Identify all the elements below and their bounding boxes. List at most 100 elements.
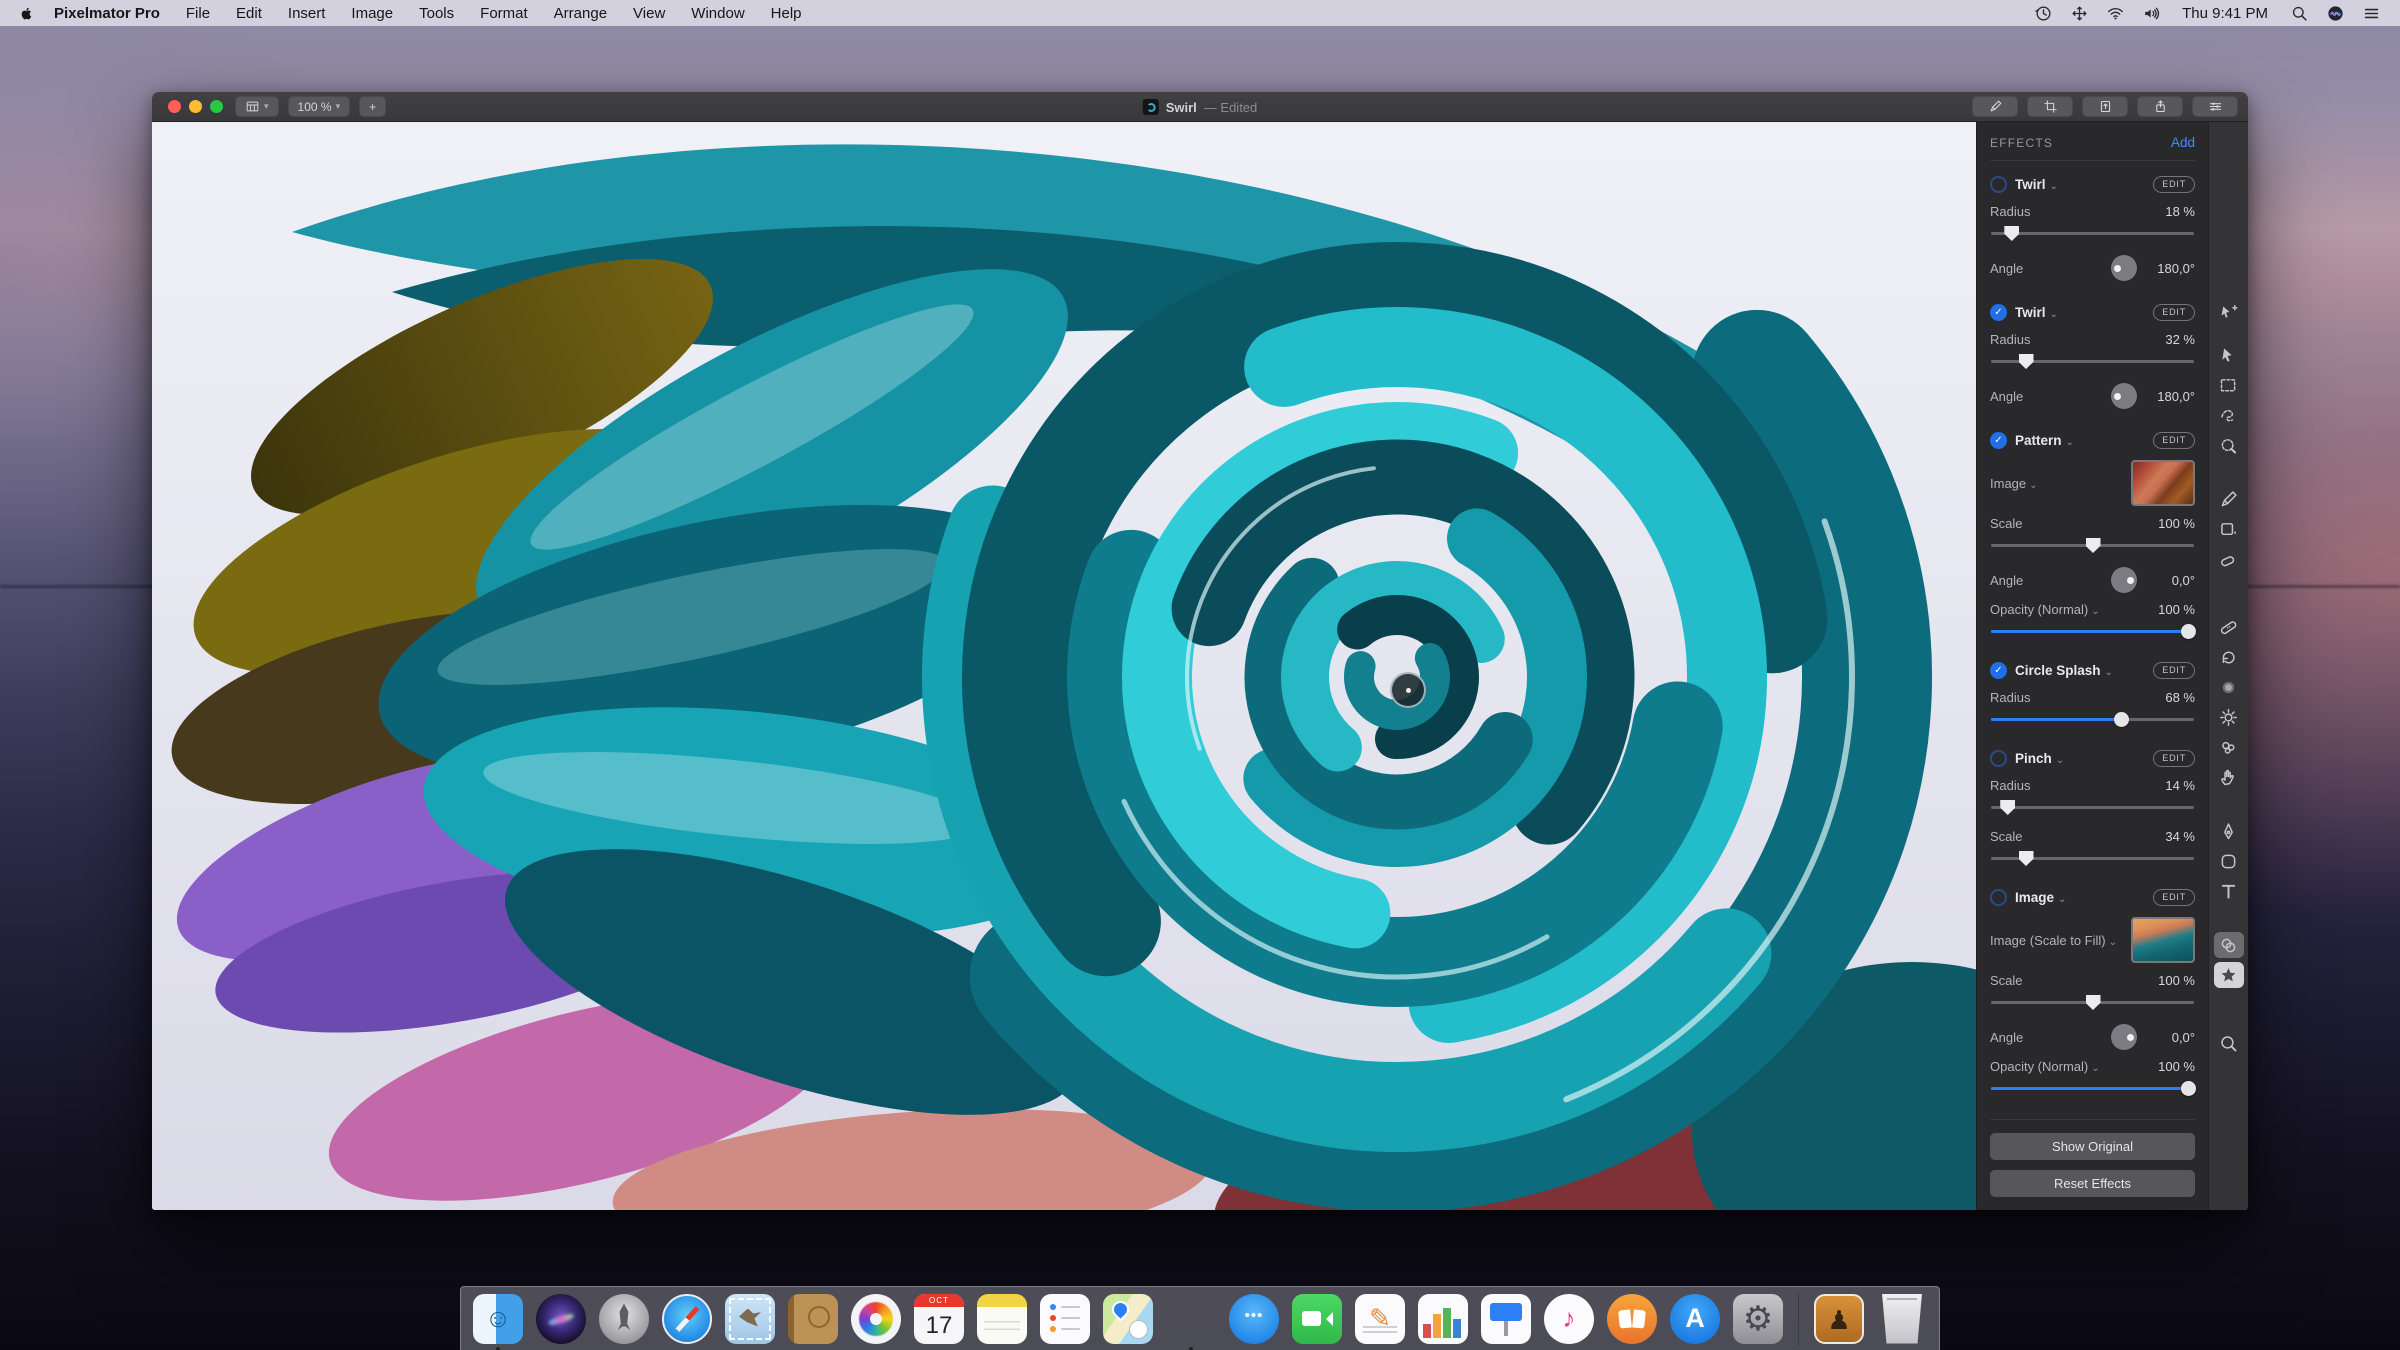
slider-thumb[interactable]	[2018, 354, 2034, 369]
slider-thumb[interactable]	[2085, 995, 2101, 1010]
free-select-tool[interactable]	[2214, 402, 2244, 428]
menu-item-arrange[interactable]: Arrange	[541, 0, 620, 26]
dock-trash[interactable]	[1877, 1293, 1927, 1344]
rect-select-tool[interactable]	[2214, 372, 2244, 398]
radius-slider[interactable]	[1991, 712, 2194, 727]
slider-thumb[interactable]	[2180, 1081, 2196, 1096]
angle-dial[interactable]	[2111, 1024, 2137, 1050]
dock-reminders[interactable]	[1040, 1293, 1090, 1344]
effect-name[interactable]: Circle Splash ⌄	[2015, 663, 2113, 678]
angle-dial[interactable]	[2111, 383, 2137, 409]
radius-slider[interactable]	[1991, 354, 2194, 369]
downloads-app-icon[interactable]: ♟	[1814, 1293, 1864, 1344]
launchpad-app-icon[interactable]	[599, 1293, 649, 1344]
edit-button[interactable]: EDIT	[2153, 432, 2195, 449]
dock-photos[interactable]	[851, 1293, 901, 1344]
dock-pages[interactable]: ✎	[1355, 1293, 1405, 1344]
system-preferences-app-icon[interactable]: ⚙	[1733, 1293, 1783, 1344]
trash-app-icon[interactable]	[1882, 1293, 1922, 1344]
scale-slider[interactable]	[1991, 538, 2194, 553]
effect-enabled-checkbox[interactable]: ✓	[1990, 432, 2007, 449]
search-icon[interactable]	[2286, 2, 2312, 24]
edit-button[interactable]: EDIT	[2153, 304, 2195, 321]
angle-dial[interactable]	[2111, 255, 2137, 281]
effect-enabled-checkbox[interactable]	[1990, 750, 2007, 767]
keynote-app-icon[interactable]	[1481, 1293, 1531, 1344]
apple-menu-icon[interactable]	[18, 5, 35, 22]
contacts-app-icon[interactable]	[788, 1293, 838, 1344]
messages-app-icon[interactable]: •••	[1229, 1293, 1279, 1344]
dock-launchpad[interactable]	[599, 1293, 649, 1344]
dock-mail[interactable]	[725, 1293, 775, 1344]
effect-enabled-checkbox[interactable]: ✓	[1990, 304, 2007, 321]
wifi-icon[interactable]	[2102, 2, 2128, 24]
opacity-slider[interactable]	[1991, 1081, 2196, 1096]
angle-dial[interactable]	[2111, 567, 2137, 593]
effect-enabled-checkbox[interactable]	[1990, 889, 2007, 906]
dock-maps[interactable]	[1103, 1293, 1153, 1344]
blur-tool[interactable]	[2214, 674, 2244, 700]
paint-toolbar-button[interactable]	[1972, 96, 2018, 117]
dock-downloads[interactable]: ♟	[1814, 1293, 1864, 1344]
menu-item-edit[interactable]: Edit	[223, 0, 275, 26]
safari-app-icon[interactable]	[662, 1293, 712, 1344]
clone-tool[interactable]	[2214, 644, 2244, 670]
control-label[interactable]: Image (Scale to Fill) ⌄	[1990, 933, 2117, 948]
itunes-app-icon[interactable]: ♪	[1544, 1293, 1594, 1344]
dock-siri[interactable]	[536, 1293, 586, 1344]
erase-tool[interactable]	[2214, 546, 2244, 572]
facetime-app-icon[interactable]	[1292, 1293, 1342, 1344]
menu-item-window[interactable]: Window	[678, 0, 757, 26]
notes-app-icon[interactable]	[977, 1293, 1027, 1344]
app-store-app-icon[interactable]: A	[1670, 1293, 1720, 1344]
effect-center-handle[interactable]	[1390, 672, 1426, 708]
dock-books[interactable]	[1607, 1293, 1657, 1344]
dock-messages[interactable]: •••	[1229, 1293, 1279, 1344]
export-toolbar-button[interactable]	[2082, 96, 2128, 117]
slider-thumb[interactable]	[2180, 624, 2196, 639]
type-tool[interactable]	[2214, 878, 2244, 904]
dock-app-store[interactable]: A	[1670, 1293, 1720, 1344]
slider-thumb[interactable]	[2113, 712, 2129, 727]
dock-keynote[interactable]	[1481, 1293, 1531, 1344]
radius-slider[interactable]	[1991, 226, 2194, 241]
arrange-tool[interactable]	[2214, 300, 2244, 326]
control-label[interactable]: Image ⌄	[1990, 476, 2038, 491]
siri-app-icon[interactable]	[536, 1293, 586, 1344]
opacity-slider[interactable]	[1991, 624, 2196, 639]
new-tab-button[interactable]: +	[359, 96, 387, 117]
effect-name[interactable]: Twirl ⌄	[2015, 305, 2058, 320]
effect-name[interactable]: Pattern ⌄	[2015, 433, 2074, 448]
dock-calendar[interactable]: OCT 17	[914, 1293, 964, 1344]
dock-safari[interactable]	[662, 1293, 712, 1344]
scale-slider[interactable]	[1991, 995, 2194, 1010]
light-tool[interactable]	[2214, 704, 2244, 730]
effect-name[interactable]: Twirl ⌄	[2015, 177, 2058, 192]
photos-app-icon[interactable]	[851, 1293, 901, 1344]
volume-icon[interactable]	[2138, 2, 2164, 24]
menu-item-file[interactable]: File	[173, 0, 223, 26]
pattern-thumbnail[interactable]	[2131, 460, 2195, 506]
scale-slider[interactable]	[1991, 851, 2194, 866]
pages-app-icon[interactable]: ✎	[1355, 1293, 1405, 1344]
canvas[interactable]	[152, 122, 1976, 1210]
notification-list-icon[interactable]	[2358, 2, 2384, 24]
books-app-icon[interactable]	[1607, 1293, 1657, 1344]
close-button[interactable]	[168, 100, 181, 113]
shape-tool[interactable]	[2214, 848, 2244, 874]
paint-tool[interactable]	[2214, 486, 2244, 512]
titlebar[interactable]: ▾ 100 % ▾ + Swirl — Edited	[152, 92, 2248, 122]
move-tool[interactable]	[2214, 342, 2244, 368]
retouch-tool[interactable]	[2214, 734, 2244, 760]
effects-tool[interactable]	[2213, 962, 2244, 988]
warp-tool[interactable]	[2214, 764, 2244, 790]
dock-finder[interactable]: ☺	[473, 1293, 523, 1350]
pixelmator-pro-app-icon[interactable]	[1166, 1294, 1216, 1344]
color-fill-tool[interactable]	[2214, 516, 2244, 542]
view-options-button[interactable]: ▾	[235, 96, 279, 117]
effect-enabled-checkbox[interactable]: ✓	[1990, 662, 2007, 679]
siri-icon[interactable]	[2322, 2, 2348, 24]
fullscreen-button[interactable]	[210, 100, 223, 113]
menu-item-insert[interactable]: Insert	[275, 0, 339, 26]
zoom-level-button[interactable]: 100 % ▾	[287, 96, 351, 117]
